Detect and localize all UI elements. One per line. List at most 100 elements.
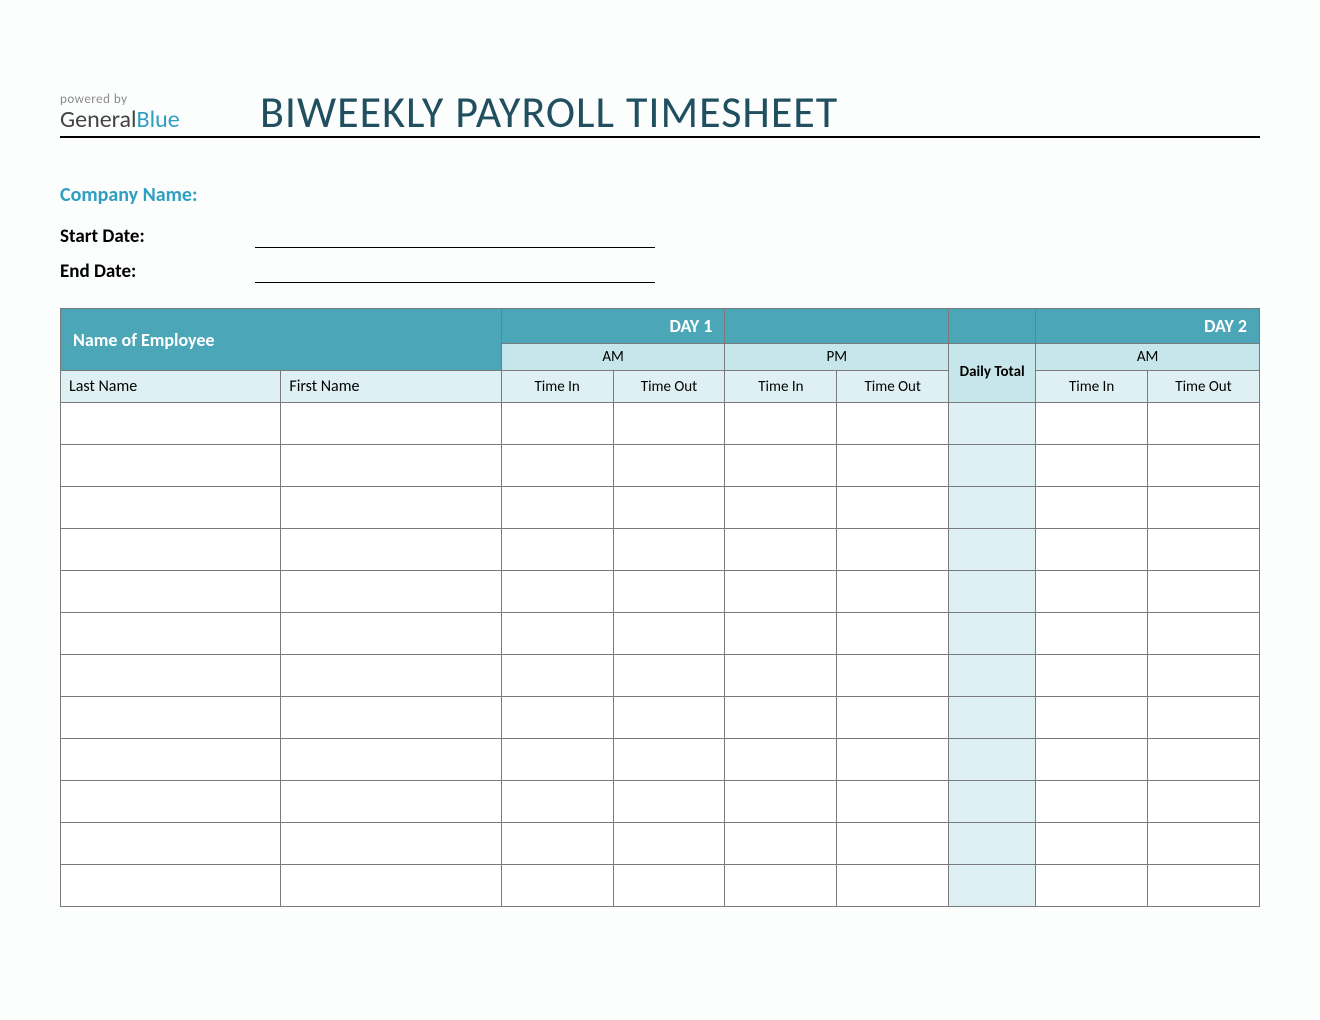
time-cell[interactable] (613, 697, 725, 739)
time-cell[interactable] (501, 613, 613, 655)
time-cell[interactable] (281, 571, 501, 613)
end-date-input[interactable] (255, 263, 655, 283)
time-cell[interactable] (281, 529, 501, 571)
time-cell[interactable] (61, 865, 281, 907)
daily-total-cell[interactable] (949, 697, 1036, 739)
time-cell[interactable] (725, 613, 837, 655)
time-cell[interactable] (281, 865, 501, 907)
time-cell[interactable] (501, 487, 613, 529)
time-cell[interactable] (1036, 403, 1148, 445)
time-cell[interactable] (61, 739, 281, 781)
time-cell[interactable] (501, 781, 613, 823)
time-cell[interactable] (501, 865, 613, 907)
time-cell[interactable] (837, 403, 949, 445)
time-cell[interactable] (281, 445, 501, 487)
time-cell[interactable] (725, 571, 837, 613)
time-cell[interactable] (501, 403, 613, 445)
time-cell[interactable] (1036, 445, 1148, 487)
time-cell[interactable] (725, 403, 837, 445)
time-cell[interactable] (613, 865, 725, 907)
time-cell[interactable] (725, 445, 837, 487)
time-cell[interactable] (613, 781, 725, 823)
time-cell[interactable] (1036, 487, 1148, 529)
time-cell[interactable] (1148, 529, 1260, 571)
time-cell[interactable] (1148, 697, 1260, 739)
time-cell[interactable] (61, 781, 281, 823)
time-cell[interactable] (725, 697, 837, 739)
time-cell[interactable] (837, 655, 949, 697)
time-cell[interactable] (1148, 781, 1260, 823)
time-cell[interactable] (837, 739, 949, 781)
time-cell[interactable] (501, 739, 613, 781)
daily-total-cell[interactable] (949, 613, 1036, 655)
time-cell[interactable] (281, 655, 501, 697)
daily-total-cell[interactable] (949, 529, 1036, 571)
time-cell[interactable] (1036, 529, 1148, 571)
time-cell[interactable] (613, 487, 725, 529)
time-cell[interactable] (1036, 655, 1148, 697)
time-cell[interactable] (837, 865, 949, 907)
time-cell[interactable] (837, 529, 949, 571)
time-cell[interactable] (613, 655, 725, 697)
time-cell[interactable] (501, 823, 613, 865)
time-cell[interactable] (501, 655, 613, 697)
daily-total-cell[interactable] (949, 823, 1036, 865)
daily-total-cell[interactable] (949, 487, 1036, 529)
time-cell[interactable] (1148, 655, 1260, 697)
time-cell[interactable] (281, 739, 501, 781)
time-cell[interactable] (613, 403, 725, 445)
time-cell[interactable] (725, 529, 837, 571)
time-cell[interactable] (1148, 403, 1260, 445)
time-cell[interactable] (61, 655, 281, 697)
time-cell[interactable] (613, 529, 725, 571)
time-cell[interactable] (725, 487, 837, 529)
time-cell[interactable] (61, 445, 281, 487)
time-cell[interactable] (281, 697, 501, 739)
time-cell[interactable] (1148, 823, 1260, 865)
time-cell[interactable] (61, 613, 281, 655)
time-cell[interactable] (61, 571, 281, 613)
daily-total-cell[interactable] (949, 781, 1036, 823)
time-cell[interactable] (281, 487, 501, 529)
time-cell[interactable] (613, 823, 725, 865)
time-cell[interactable] (613, 571, 725, 613)
daily-total-cell[interactable] (949, 403, 1036, 445)
time-cell[interactable] (61, 697, 281, 739)
time-cell[interactable] (1036, 781, 1148, 823)
time-cell[interactable] (281, 781, 501, 823)
time-cell[interactable] (1036, 865, 1148, 907)
time-cell[interactable] (1036, 697, 1148, 739)
time-cell[interactable] (837, 697, 949, 739)
daily-total-cell[interactable] (949, 571, 1036, 613)
time-cell[interactable] (1148, 571, 1260, 613)
time-cell[interactable] (613, 739, 725, 781)
time-cell[interactable] (281, 823, 501, 865)
daily-total-cell[interactable] (949, 445, 1036, 487)
time-cell[interactable] (837, 781, 949, 823)
time-cell[interactable] (61, 403, 281, 445)
daily-total-cell[interactable] (949, 865, 1036, 907)
time-cell[interactable] (61, 529, 281, 571)
time-cell[interactable] (61, 823, 281, 865)
time-cell[interactable] (1148, 613, 1260, 655)
time-cell[interactable] (725, 865, 837, 907)
time-cell[interactable] (725, 739, 837, 781)
time-cell[interactable] (613, 445, 725, 487)
time-cell[interactable] (725, 655, 837, 697)
time-cell[interactable] (1036, 739, 1148, 781)
time-cell[interactable] (1036, 571, 1148, 613)
time-cell[interactable] (837, 613, 949, 655)
time-cell[interactable] (501, 529, 613, 571)
time-cell[interactable] (725, 823, 837, 865)
time-cell[interactable] (1148, 487, 1260, 529)
time-cell[interactable] (501, 445, 613, 487)
time-cell[interactable] (61, 487, 281, 529)
time-cell[interactable] (837, 487, 949, 529)
time-cell[interactable] (501, 571, 613, 613)
time-cell[interactable] (837, 445, 949, 487)
time-cell[interactable] (1036, 823, 1148, 865)
time-cell[interactable] (1148, 739, 1260, 781)
start-date-input[interactable] (255, 228, 655, 248)
time-cell[interactable] (281, 613, 501, 655)
daily-total-cell[interactable] (949, 739, 1036, 781)
